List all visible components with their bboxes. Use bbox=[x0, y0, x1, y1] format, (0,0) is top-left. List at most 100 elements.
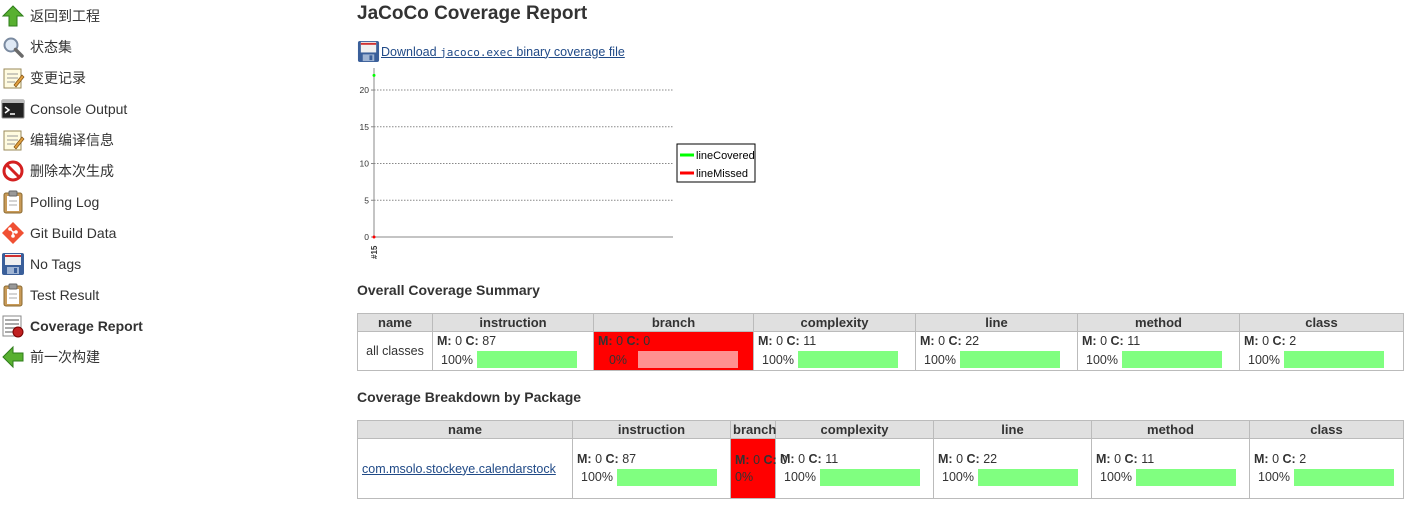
sidebar-item-no-tags[interactable]: No Tags bbox=[0, 248, 340, 279]
covered-label: C: bbox=[948, 334, 962, 348]
coverage-cell: M: 0 C: 87 100% bbox=[432, 331, 594, 371]
column-header-branch[interactable]: branch bbox=[593, 313, 754, 332]
sidebar-item-label: Test Result bbox=[30, 286, 100, 303]
missed-covered-counts: M: 0 C: 22 bbox=[938, 452, 1087, 466]
sidebar-item-label: 状态集 bbox=[30, 38, 72, 55]
coverage-trend-chart: 0 5 10 15 20 #15 lineCovered lineMissed bbox=[360, 68, 756, 259]
missed-covered-counts: M: 0 C: 22 bbox=[920, 334, 1073, 348]
sidebar-item-1[interactable]: 状态集 bbox=[0, 31, 340, 62]
sidebar: 返回到工程状态集变更记录 Console Output 编辑编译信息删除本次生成 Po… bbox=[0, 0, 340, 372]
coverage-bar bbox=[1136, 468, 1236, 486]
covered-label: C: bbox=[626, 334, 640, 348]
coverage-percent: 100% bbox=[1258, 470, 1290, 484]
coverage-percent: 0% bbox=[735, 470, 754, 484]
covered-label: C: bbox=[465, 334, 479, 348]
covered-value: 11 bbox=[803, 334, 817, 348]
git-icon bbox=[2, 221, 24, 244]
sidebar-item-0[interactable]: 返回到工程 bbox=[0, 0, 340, 31]
column-header-name[interactable]: name bbox=[357, 420, 573, 439]
missed-label: M: bbox=[920, 334, 935, 348]
column-header-instruction[interactable]: instruction bbox=[572, 420, 731, 439]
summary-title: Overall Coverage Summary bbox=[357, 282, 540, 298]
missed-value: 0 bbox=[595, 451, 603, 466]
floppy-icon bbox=[357, 40, 380, 63]
covered-label: C: bbox=[1110, 334, 1124, 348]
covered-label: C: bbox=[808, 451, 822, 466]
legend-label-lineMissed: lineMissed bbox=[696, 168, 748, 180]
sidebar-item-console-output[interactable]: Console Output bbox=[0, 93, 340, 124]
coverage-bar bbox=[1122, 351, 1222, 368]
coverage-cell: M: 0 C: 87 100% bbox=[572, 438, 731, 499]
coverage-bar bbox=[960, 351, 1060, 368]
coverage-bar bbox=[1294, 468, 1394, 486]
sidebar-item-2[interactable]: 变更记录 bbox=[0, 62, 340, 93]
package-name-cell: com.msolo.stockeye.calendarstock bbox=[357, 438, 573, 499]
sidebar-item-test-result[interactable]: Test Result bbox=[0, 279, 340, 310]
table-row: com.msolo.stockeye.calendarstock M: 0 C: … bbox=[357, 438, 1404, 499]
covered-label: C: bbox=[786, 334, 800, 348]
floppy-icon bbox=[2, 252, 24, 275]
terminal-icon bbox=[1, 99, 25, 118]
y-tick-label: 10 bbox=[360, 159, 370, 169]
column-header-line[interactable]: line bbox=[915, 313, 1078, 332]
column-header-complexity[interactable]: complexity bbox=[775, 420, 934, 439]
missed-covered-counts: M: 0 C: 87 bbox=[577, 452, 726, 466]
sidebar-item-git-build-data[interactable]: Git Build Data bbox=[0, 217, 340, 248]
missed-covered-counts: M: 0 C: 0 bbox=[598, 334, 749, 348]
coverage-percent: 100% bbox=[1086, 352, 1118, 367]
series-point-lineCovered bbox=[372, 73, 376, 77]
sidebar-item-11[interactable]: 前一次构建 bbox=[0, 341, 340, 372]
sidebar-item-polling-log[interactable]: Polling Log bbox=[0, 186, 340, 217]
series-point-lineMissed bbox=[372, 235, 376, 239]
column-header-line[interactable]: line bbox=[933, 420, 1092, 439]
covered-value: 11 bbox=[1141, 451, 1155, 466]
missed-covered-counts: M: 0 C: 11 bbox=[780, 452, 929, 466]
coverage-cell: M: 0 C: 0 0% bbox=[730, 438, 787, 499]
search-icon bbox=[3, 37, 24, 58]
coverage-cell: M: 0 C: 11 100% bbox=[753, 331, 916, 371]
covered-value: 87 bbox=[482, 334, 497, 348]
coverage-cell: M: 0 C: 0 0% bbox=[593, 331, 754, 371]
column-header-name[interactable]: name bbox=[357, 313, 433, 332]
missed-value: 0 bbox=[776, 334, 784, 348]
column-header-complexity[interactable]: complexity bbox=[753, 313, 916, 332]
sidebar-item-label: Coverage Report bbox=[30, 317, 143, 334]
package-link[interactable]: com.msolo.stockeye.calendarstock bbox=[362, 462, 556, 476]
covered-value: 22 bbox=[983, 451, 998, 466]
clipboard-icon bbox=[3, 190, 23, 213]
column-header-method[interactable]: method bbox=[1091, 420, 1250, 439]
clipboard-icon bbox=[3, 283, 23, 306]
covered-value: 11 bbox=[825, 451, 839, 466]
missed-label: M: bbox=[1096, 451, 1111, 466]
sidebar-item-label: Polling Log bbox=[30, 193, 100, 210]
sidebar-item-label: No Tags bbox=[30, 255, 82, 272]
missed-value: 0 bbox=[956, 451, 964, 466]
covered-label: C: bbox=[966, 451, 980, 466]
coverage-bar bbox=[1284, 351, 1384, 368]
sidebar-item-5[interactable]: 删除本次生成 bbox=[0, 155, 340, 186]
sidebar-item-coverage-report[interactable]: Coverage Report bbox=[0, 310, 340, 341]
column-header-instruction[interactable]: instruction bbox=[432, 313, 594, 332]
download-coverage-link[interactable]: Download jacoco.exec binary coverage fil… bbox=[381, 45, 625, 59]
missed-value: 0 bbox=[1100, 334, 1108, 348]
column-header-class[interactable]: class bbox=[1239, 313, 1404, 332]
coverage-percent: 100% bbox=[441, 352, 473, 367]
missed-covered-counts: M: 0 C: 87 bbox=[437, 334, 589, 348]
column-header-branch[interactable]: branch bbox=[730, 420, 776, 439]
coverage-report-icon bbox=[2, 315, 24, 337]
covered-label: C: bbox=[1272, 334, 1286, 348]
missed-label: M: bbox=[437, 334, 452, 348]
column-header-method[interactable]: method bbox=[1077, 313, 1240, 332]
y-tick-label: 20 bbox=[360, 85, 370, 95]
table-row: all classes M: 0 C: 87 100% M: 0 C: 0 0% M: 0… bbox=[357, 331, 1404, 371]
coverage-cell: M: 0 C: 22 100% bbox=[915, 331, 1078, 371]
breakdown-table: name instruction branch complexity line metho… bbox=[357, 420, 1404, 499]
sidebar-item-4[interactable]: 编辑编译信息 bbox=[0, 124, 340, 155]
missed-label: M: bbox=[577, 451, 592, 466]
missed-value: 0 bbox=[1262, 334, 1270, 348]
column-header-class[interactable]: class bbox=[1249, 420, 1404, 439]
summary-table: name instruction branch complexity line metho… bbox=[357, 313, 1404, 371]
covered-label: C: bbox=[1282, 451, 1296, 466]
missed-label: M: bbox=[938, 451, 953, 466]
sidebar-item-label: 删除本次生成 bbox=[30, 162, 114, 179]
